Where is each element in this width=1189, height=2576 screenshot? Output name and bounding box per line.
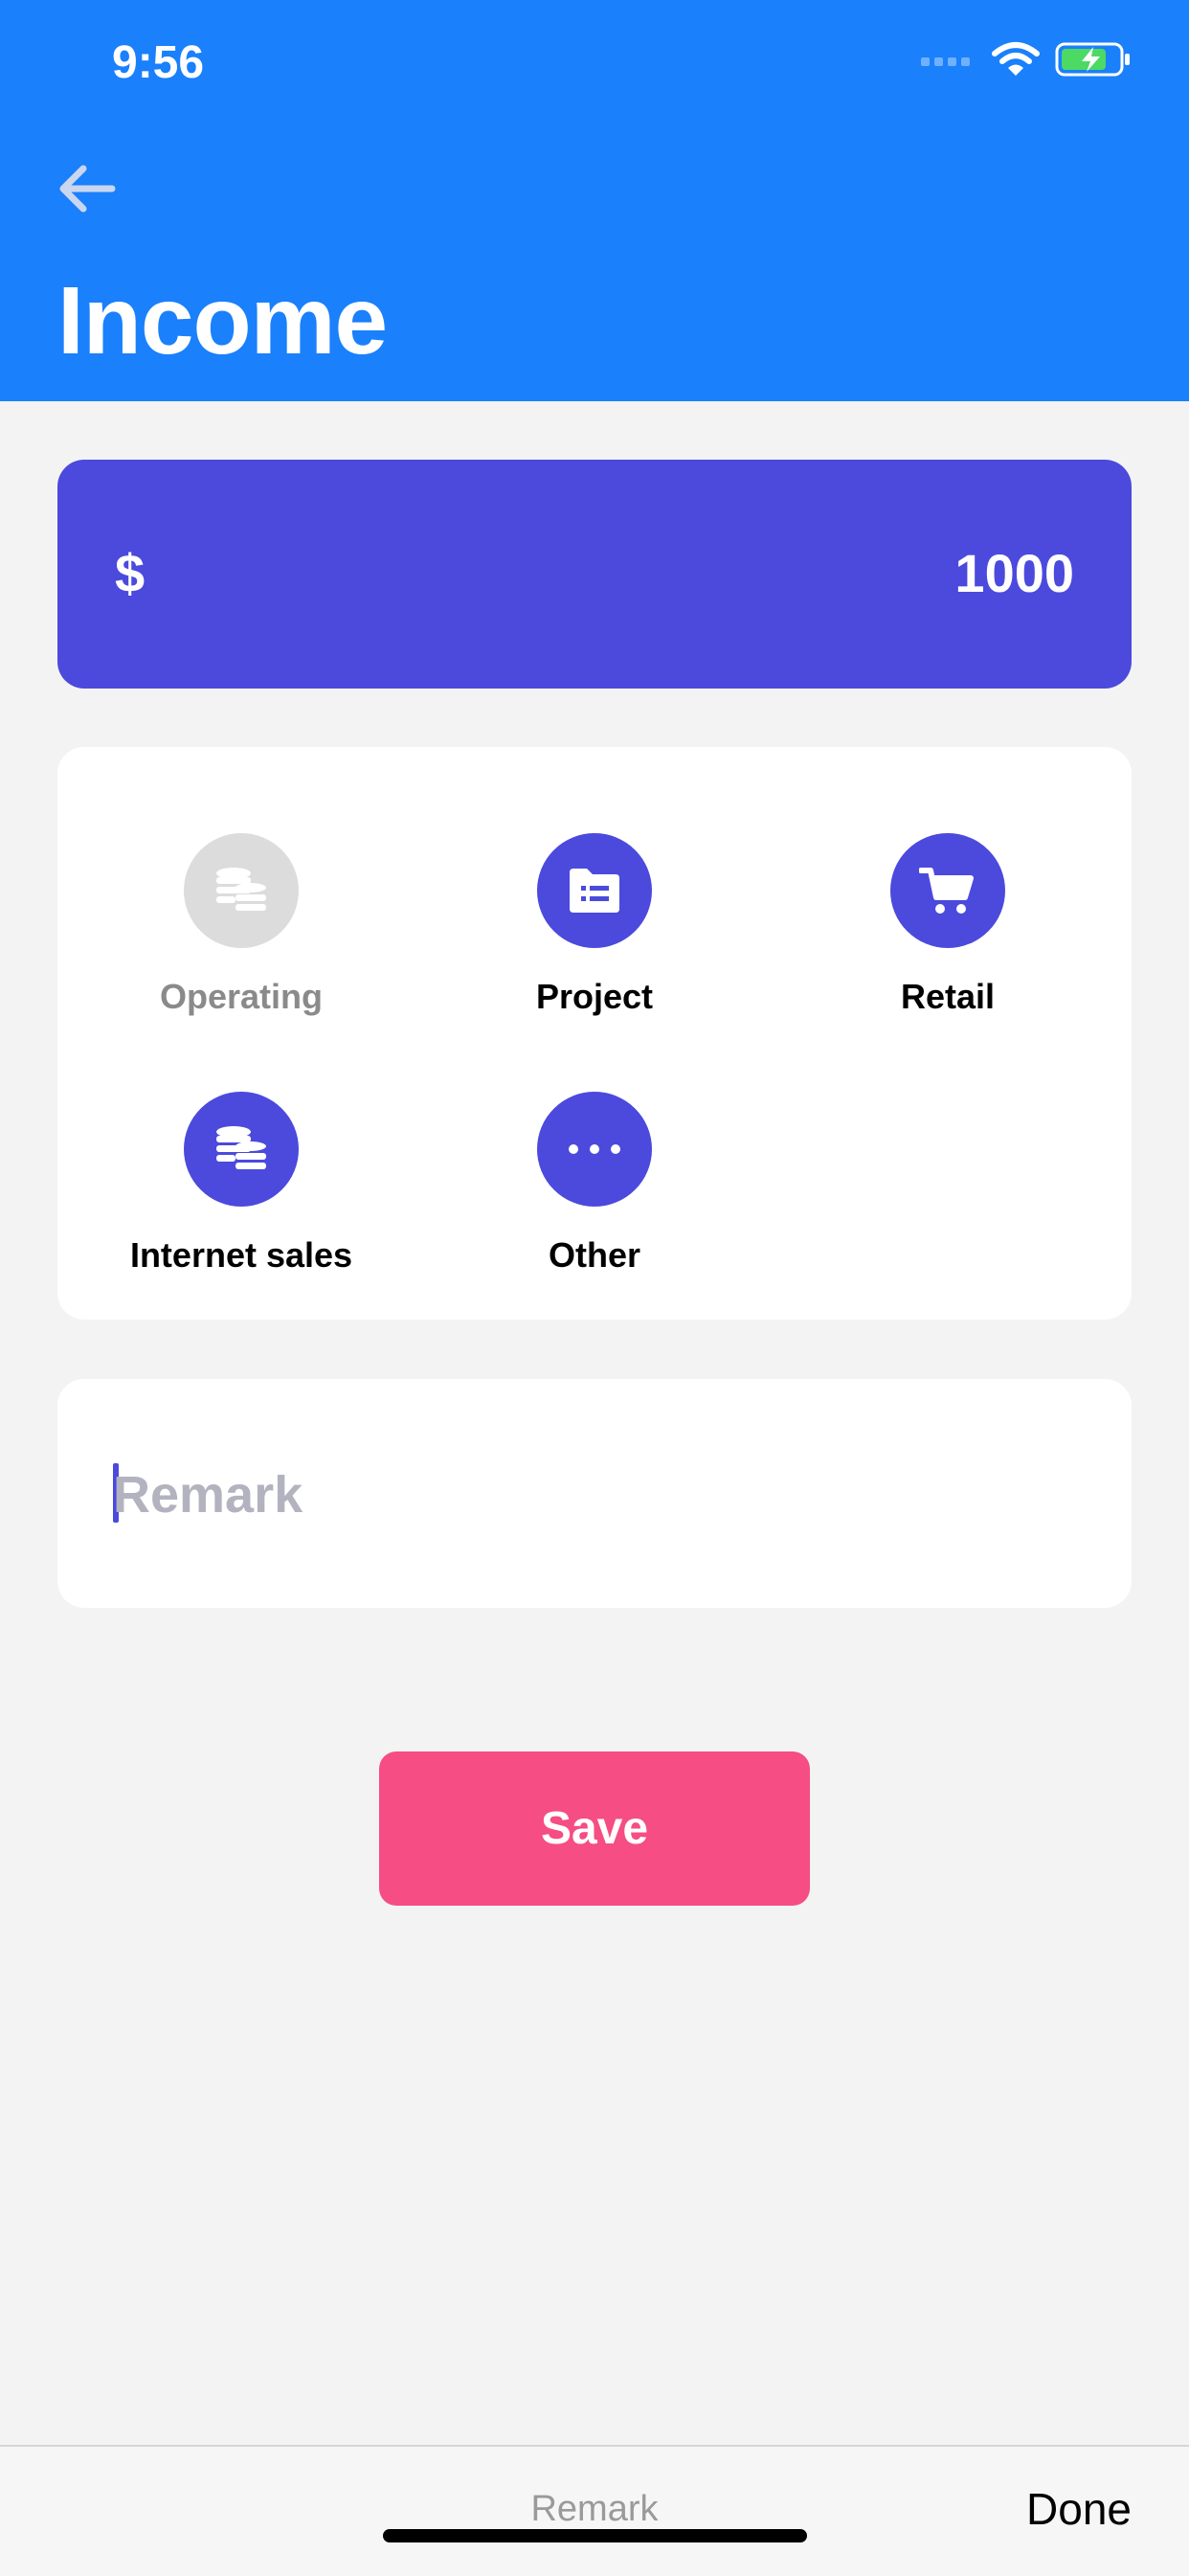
status-icons [919,41,1132,82]
page-title: Income [57,267,388,374]
signal-icon [919,50,976,74]
remark-card [57,1379,1132,1608]
category-other[interactable]: Other [411,1092,778,1276]
currency-symbol: $ [115,543,146,603]
more-dots-icon [537,1092,652,1207]
category-operating[interactable]: Operating [57,833,425,1017]
category-retail[interactable]: Retail [764,833,1132,1017]
header-bar: 9:56 Income [0,0,1189,401]
status-time: 9:56 [112,37,205,88]
back-arrow-icon [59,165,116,213]
keyboard-toolbar: Remark Done [0,2445,1189,2576]
category-label: Other [548,1235,640,1275]
category-label: Retail [900,977,996,1016]
category-label: Project [535,977,654,1016]
category-label: Operating [159,977,323,1016]
category-internet-sales[interactable]: Internet sales [57,1092,425,1276]
category-grid: Operating Project Retail Internet sales … [57,747,1132,1320]
amount-value[interactable]: 1000 [954,542,1074,604]
coins-icon [184,833,299,948]
category-project[interactable]: Project [411,833,778,1017]
done-button[interactable]: Done [1026,2483,1132,2535]
wifi-icon [992,41,1040,82]
back-button[interactable] [53,153,123,224]
remark-input[interactable] [111,1456,1072,1534]
home-indicator [383,2529,807,2542]
folder-list-icon [537,833,652,948]
cart-icon [890,833,1005,948]
save-button[interactable]: Save [379,1751,810,1906]
battery-icon [1055,41,1132,82]
coins-icon [184,1092,299,1207]
category-label: Internet sales [129,1235,353,1275]
amount-card[interactable]: $ 1000 [57,460,1132,689]
keyboard-toolbar-label: Remark [530,2489,659,2529]
